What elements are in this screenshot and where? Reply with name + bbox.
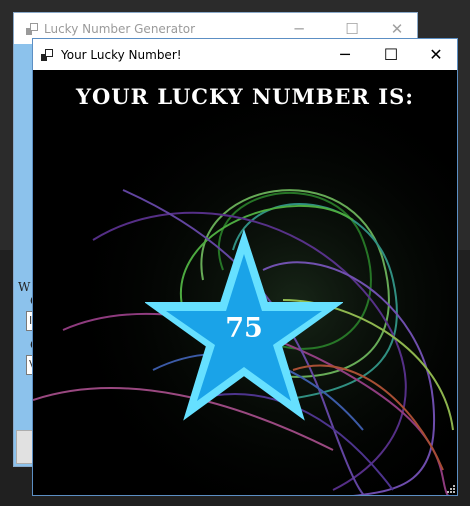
back-window-panel	[14, 44, 34, 466]
front-window-title: Your Lucky Number!	[61, 48, 182, 62]
resize-grip-icon[interactable]	[447, 485, 455, 493]
maximize-button[interactable]: ☐	[368, 42, 414, 67]
front-window-titlebar[interactable]: Your Lucky Number! ─ ☐ ✕	[33, 39, 457, 70]
lucky-number-headline: YOUR LUCKY NUMBER IS:	[75, 84, 414, 109]
close-button[interactable]: ✕	[413, 42, 459, 67]
lucky-number-value: 75	[225, 313, 263, 344]
app-icon	[26, 23, 38, 35]
back-window-title: Lucky Number Generator	[44, 22, 196, 36]
back-label: W	[18, 280, 31, 294]
your-lucky-number-window[interactable]: Your Lucky Number! ─ ☐ ✕ YOUR LUCKY NUMB…	[32, 38, 458, 496]
lucky-number-canvas: YOUR LUCKY NUMBER IS: 75	[33, 70, 457, 495]
app-icon	[41, 49, 53, 61]
minimize-button[interactable]: ─	[322, 42, 368, 67]
